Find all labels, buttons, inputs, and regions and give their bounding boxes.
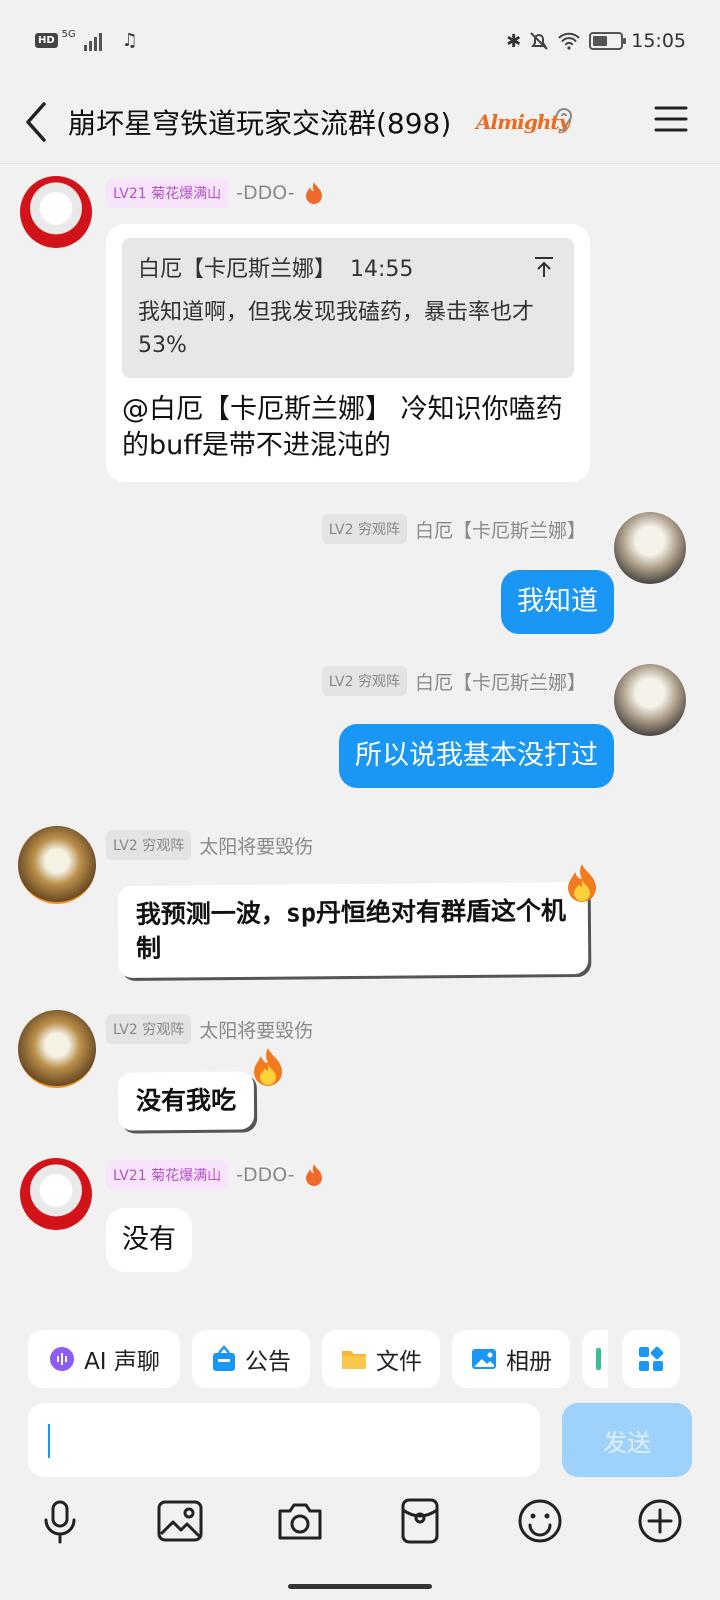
image-icon[interactable] [155, 1496, 205, 1546]
sender-name[interactable]: 白厄【卡厄斯兰娜】 [415, 668, 586, 695]
sender-name[interactable]: 太阳将要毁伤 [199, 1016, 313, 1043]
music-icon: ♫ [121, 30, 138, 51]
message-bubble[interactable]: 我预测一波，sp丹恒绝对有群盾这个机制 [117, 881, 589, 979]
folder-icon [342, 1351, 366, 1369]
quote-header: 白厄【卡厄斯兰娜】 14:55 [138, 252, 558, 288]
chat-header: 崩坏星穹铁道玩家交流群(898) Almighty [0, 80, 720, 164]
sender-name[interactable]: 太阳将要毁伤 [199, 832, 313, 859]
quote-time: 14:55 [350, 257, 414, 282]
avatar[interactable] [18, 826, 96, 904]
quick-action-partial[interactable] [582, 1330, 608, 1388]
sender-line: LV2 穷观阵 白厄【卡厄斯兰娜】 [321, 514, 586, 544]
sender-line: LV2 穷观阵 太阳将要毁伤 [106, 1014, 313, 1044]
status-bar: HD 5G ♫ ✱ 15:05 [0, 0, 720, 80]
level-badge: LV21 菊花爆满山 [106, 1160, 229, 1190]
wifi-icon [558, 32, 580, 50]
signal-icon [83, 31, 102, 51]
camera-icon[interactable] [275, 1496, 325, 1546]
sender-name[interactable]: -DDO- [236, 1164, 294, 1186]
message-bubble[interactable]: 所以说我基本没打过 [339, 724, 614, 788]
level-badge: LV2 穷观阵 [106, 830, 192, 860]
quote-text: 我知道啊，但我发现我磕药，暴击率也才53% [138, 300, 535, 358]
quick-action-album[interactable]: 相册 [452, 1330, 570, 1388]
message-text: 没有我吃 [135, 1085, 237, 1116]
level-badge: LV2 穷观阵 [321, 666, 407, 696]
red-packet-icon[interactable] [395, 1496, 445, 1546]
menu-icon[interactable] [654, 104, 688, 134]
text-caret [48, 1424, 50, 1458]
message-bubble[interactable]: 没有我吃 [117, 1071, 255, 1131]
quote-author: 白厄【卡厄斯兰娜】 [138, 257, 337, 282]
home-indicator[interactable] [288, 1584, 432, 1589]
bluetooth-icon: ✱ [506, 30, 522, 52]
message-bubble[interactable]: 没有 [106, 1208, 192, 1272]
fire-sticker-icon [254, 1048, 282, 1086]
quick-action-files[interactable]: 文件 [322, 1330, 440, 1388]
avatar[interactable] [614, 664, 686, 736]
quick-actions-bar: AI 声聊 公告 文件 相册 [0, 1318, 720, 1398]
level-badge: LV2 穷观阵 [321, 514, 407, 544]
sender-line: LV21 菊花爆满山 -DDO- [106, 178, 325, 208]
level-badge: LV2 穷观阵 [106, 1014, 192, 1044]
sender-name[interactable]: -DDO- [236, 182, 294, 204]
message-bubble[interactable]: 我知道 [501, 570, 614, 634]
avatar[interactable] [614, 512, 686, 584]
jump-to-icon[interactable] [534, 256, 554, 278]
hd-indicator: HD [35, 33, 58, 48]
message-text: 我预测一波，sp丹恒绝对有群盾这个机制 [135, 896, 567, 963]
avatar[interactable] [20, 176, 92, 248]
message-text: 没有 [122, 1224, 176, 1255]
send-button[interactable]: 发送 [562, 1403, 692, 1477]
more-apps-button[interactable] [622, 1330, 680, 1388]
ear-icon[interactable] [553, 106, 575, 136]
quick-action-label: AI 声聊 [84, 1349, 160, 1375]
message-text: 我知道 [517, 586, 598, 617]
sender-line: LV21 菊花爆满山 -DDO- [106, 1160, 325, 1190]
battery-icon [589, 32, 627, 50]
quick-action-label: 相册 [506, 1349, 552, 1375]
message-bubble[interactable]: 白厄【卡厄斯兰娜】 14:55 我知道啊，但我发现我磕药，暴击率也才53% @白… [106, 224, 590, 482]
apps-grid-icon [639, 1346, 664, 1371]
mute-bell-icon [530, 32, 548, 50]
avatar[interactable] [20, 1158, 92, 1230]
level-badge: LV21 菊花爆满山 [106, 178, 229, 208]
fire-sticker-icon [568, 864, 596, 902]
quoted-message[interactable]: 白厄【卡厄斯兰娜】 14:55 我知道啊，但我发现我磕药，暴击率也才53% [122, 238, 574, 378]
network-type: 5G [61, 29, 76, 40]
message-input[interactable] [28, 1403, 540, 1477]
flame-icon [305, 182, 322, 204]
sender-line: LV2 穷观阵 白厄【卡厄斯兰娜】 [321, 666, 586, 696]
quick-action-label: 公告 [245, 1349, 291, 1375]
group-title[interactable]: 崩坏星穹铁道玩家交流群(898) [68, 102, 451, 142]
flame-icon [305, 1164, 322, 1186]
album-icon [472, 1349, 496, 1369]
quick-action-label: 文件 [376, 1349, 422, 1375]
emoji-icon[interactable] [515, 1496, 565, 1546]
quick-action-ai-voice[interactable]: AI 声聊 [28, 1330, 180, 1388]
message-text: 所以说我基本没打过 [355, 740, 598, 771]
ai-voice-icon [50, 1347, 75, 1371]
microphone-icon[interactable] [35, 1496, 85, 1546]
sender-name[interactable]: 白厄【卡厄斯兰娜】 [415, 516, 586, 543]
announcement-icon [213, 1345, 235, 1371]
plus-icon[interactable] [635, 1496, 685, 1546]
clock: 15:05 [631, 30, 686, 52]
back-arrow-icon[interactable] [22, 100, 52, 144]
avatar[interactable] [18, 1010, 96, 1088]
message-text: @白厄【卡厄斯兰娜】 冷知识你嗑药的buff是带不进混沌的 [122, 394, 563, 461]
quick-action-announcement[interactable]: 公告 [192, 1330, 310, 1388]
sender-line: LV2 穷观阵 太阳将要毁伤 [106, 830, 313, 860]
partial-icon [596, 1348, 601, 1370]
